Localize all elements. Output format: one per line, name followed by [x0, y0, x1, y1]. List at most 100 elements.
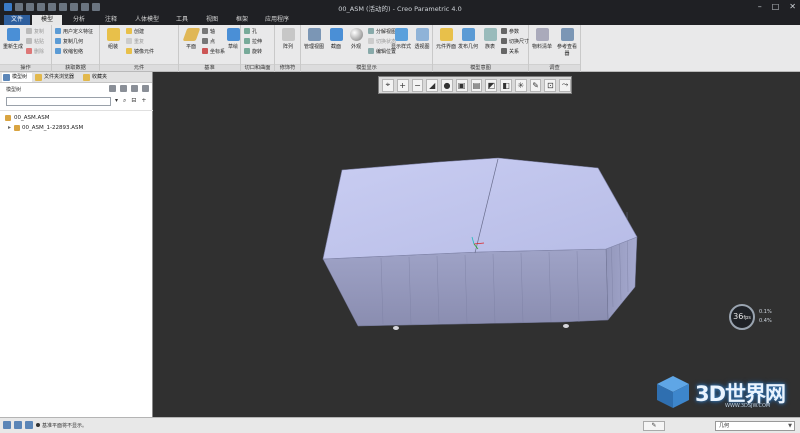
group-datum: 平面 轴 点 坐标系 草绘 基准 — [179, 25, 241, 72]
toggle-browser-icon[interactable] — [14, 421, 22, 429]
refit-icon[interactable]: ⌖ — [382, 78, 394, 92]
tree-options-icon[interactable] — [142, 85, 149, 92]
create-button[interactable]: 创建 — [126, 28, 144, 36]
view-manager-icon[interactable]: ▤ — [470, 78, 483, 92]
pattern-button[interactable]: 阵列 — [277, 28, 299, 50]
repeat-button[interactable]: 重复 — [126, 38, 144, 46]
reference-viewer-button[interactable]: 参考查看器 — [556, 28, 578, 57]
cube-logo-icon — [657, 376, 689, 408]
axis-button[interactable]: 轴 — [202, 28, 215, 36]
display-style-icon[interactable]: ● — [441, 78, 453, 92]
group-get-data: 用户定义特征 复制几何 收缩包络 获取数据 — [52, 25, 100, 72]
parameters-button[interactable]: 参数 — [501, 28, 519, 36]
tab-tools[interactable]: 工具 — [168, 15, 196, 25]
annotation-display-icon[interactable]: ✎ — [529, 78, 542, 92]
tab-view[interactable]: 视图 — [198, 15, 226, 25]
section-icon[interactable]: ◧ — [500, 78, 512, 92]
filter-icon[interactable]: ▾ — [115, 97, 118, 105]
selection-filter-select[interactable]: 几何 ▼ — [715, 421, 795, 431]
udf-button[interactable]: 用户定义特征 — [55, 28, 93, 36]
full-screen-icon[interactable] — [25, 421, 33, 429]
model-render — [322, 157, 638, 330]
favorites-icon — [83, 74, 90, 81]
group-component: 组装 创建 重复 镜像元件 元件 — [100, 25, 179, 72]
performance-gauge: 36fps 0.1% 0.4% — [729, 302, 785, 332]
watermark-url: WWW.3DSJW.COM — [725, 403, 771, 409]
graphics-viewport[interactable]: ⌖ + − ◢ ● ▣ ▤ ◩ ◧ ✳ ✎ ⊡ ⤳ 36fps 0.1% 0.4… — [153, 72, 800, 417]
zoom-out-icon[interactable]: − — [411, 78, 424, 92]
copy-button[interactable]: 复制 — [26, 28, 44, 36]
zoom-in-icon[interactable]: + — [396, 78, 409, 92]
tab-manikin[interactable]: 人体模型 — [128, 15, 166, 25]
tab-model[interactable]: 模型 — [32, 15, 62, 25]
tab-analysis[interactable]: 分析 — [64, 15, 94, 25]
assembly-icon — [14, 125, 20, 131]
tree-item-root[interactable]: 00_ASM.ASM — [0, 113, 153, 123]
tab-folder-browser[interactable]: 文件夹浏览器 — [34, 73, 80, 82]
saved-orientations-icon[interactable]: ▣ — [455, 78, 468, 92]
mirror-component-button[interactable]: 镜像元件 — [126, 48, 154, 56]
assemble-button[interactable]: 组装 — [102, 28, 124, 50]
repaint-icon[interactable]: ◢ — [426, 78, 439, 92]
toggle-navigator-icon[interactable] — [3, 421, 11, 429]
message-bullet-icon — [36, 423, 40, 427]
point-button[interactable]: 点 — [202, 38, 215, 46]
perspective-view-icon[interactable]: ◩ — [485, 78, 498, 92]
tree-item-subassembly[interactable]: ▸ 00_ASM_1-22893.ASM — [0, 123, 153, 133]
readout-top: 0.1% — [759, 309, 772, 315]
group-modifiers: 阵列 修饰符 — [275, 25, 301, 72]
minimize-button[interactable]: – — [758, 2, 762, 11]
add-icon[interactable]: + — [141, 97, 146, 105]
perspective-button[interactable]: 透视图 — [411, 28, 433, 50]
folder-icon — [35, 74, 42, 81]
navigator-tabs: 模型树 文件夹浏览器 收藏夹 — [0, 72, 152, 83]
status-bar: 基准平面将不显示。 ✎ 几何 ▼ — [0, 417, 800, 433]
family-table-button[interactable]: 族表 — [479, 28, 501, 50]
component-interface-button[interactable]: 元件界面 — [435, 28, 457, 50]
smart-select-icon[interactable]: ✎ — [643, 421, 665, 431]
tab-annotate[interactable]: 注释 — [96, 15, 126, 25]
paste-button[interactable]: 粘贴 — [26, 38, 44, 46]
section-button[interactable]: 截面 — [325, 28, 347, 50]
ribbon-tabs: 文件 模型 分析 注释 人体模型 工具 视图 框架 应用程序 — [0, 15, 800, 25]
expand-icon[interactable]: ▸ — [8, 123, 11, 133]
find-icon[interactable]: ⌕ — [123, 97, 126, 105]
switch-dimensions-button[interactable]: 切换尺寸 — [501, 38, 529, 46]
relations-button[interactable]: 关系 — [501, 48, 519, 56]
bom-button[interactable]: 物料清单 — [531, 28, 553, 50]
delete-button[interactable]: 删除 — [26, 48, 44, 56]
readout-bottom: 0.4% — [759, 318, 772, 324]
tab-applications[interactable]: 应用程序 — [258, 15, 296, 25]
plane-button[interactable]: 平面 — [180, 28, 202, 50]
copy-geometry-button[interactable]: 复制几何 — [55, 38, 83, 46]
model-tree-icon — [3, 74, 10, 81]
revolve-button[interactable]: 旋转 — [244, 48, 262, 56]
view-filter-icon[interactable]: ⤳ — [559, 78, 571, 92]
window-title: 00_ASM (活动的) - Creo Parametric 4.0 — [338, 5, 462, 13]
close-button[interactable]: ✕ — [789, 2, 796, 11]
navigator-panel: 模型树 文件夹浏览器 收藏夹 模型树 ▾ ⌕ ⊟ + 00_ASM.ASM ▸ … — [0, 72, 153, 417]
show-icon[interactable] — [120, 85, 127, 92]
spin-center-icon[interactable]: ⊡ — [544, 78, 557, 92]
hole-button[interactable]: 孔 — [244, 28, 257, 36]
tab-favorites[interactable]: 收藏夹 — [82, 73, 112, 82]
tab-file[interactable]: 文件 — [4, 15, 30, 25]
tree-search-input[interactable] — [6, 97, 111, 106]
appearance-button[interactable]: 外观 — [345, 28, 367, 50]
extrude-button[interactable]: 拉伸 — [244, 38, 262, 46]
regenerate-button[interactable]: 重新生成 — [2, 28, 24, 50]
manage-views-button[interactable]: 管理视图 — [303, 28, 325, 50]
tree-columns-icon[interactable] — [131, 85, 138, 92]
maximize-button[interactable]: □ — [772, 2, 780, 11]
shrinkwrap-button[interactable]: 收缩包络 — [55, 48, 83, 56]
tab-model-tree[interactable]: 模型树 — [2, 73, 32, 82]
publish-geometry-button[interactable]: 发布几何 — [457, 28, 479, 50]
collapse-icon[interactable]: ⊟ — [131, 97, 136, 105]
tree-settings-icon[interactable] — [109, 85, 116, 92]
display-style-button[interactable]: 显示样式 — [390, 28, 412, 50]
fps-readout: 36fps — [729, 304, 755, 330]
status-message: 基准平面将不显示。 — [36, 422, 87, 429]
ribbon: 重新生成 复制 粘贴 删除 操作 用户定义特征 复制几何 收缩包络 获取数据 组… — [0, 25, 800, 72]
datum-display-icon[interactable]: ✳ — [514, 78, 527, 92]
tab-framework[interactable]: 框架 — [228, 15, 256, 25]
